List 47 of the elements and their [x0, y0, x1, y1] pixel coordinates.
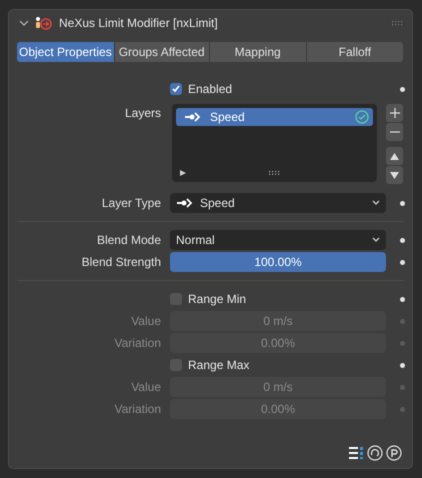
grip-icon[interactable] — [269, 171, 280, 175]
plus-icon — [390, 108, 400, 118]
modifier-icon — [35, 16, 53, 30]
slider[interactable]: 100.00% — [170, 252, 386, 272]
triangle-up-icon — [390, 152, 399, 160]
expand-triangle-icon[interactable] — [180, 170, 186, 176]
remove-button[interactable] — [386, 123, 403, 141]
keyframe-dot[interactable] — [400, 238, 405, 242]
keyframe-dot[interactable] — [400, 86, 405, 92]
arrow-icon — [176, 198, 192, 208]
caret-icon — [372, 237, 380, 243]
list-item[interactable]: Speed — [176, 108, 373, 126]
move-down-button[interactable] — [386, 166, 403, 184]
keyframe-dot[interactable] — [400, 384, 405, 390]
field-label: Value — [131, 314, 161, 328]
chevron-icon[interactable] — [19, 19, 29, 27]
caret-icon — [372, 200, 380, 206]
field-label: Blend Mode — [96, 233, 161, 247]
checkbox[interactable]: Enabled — [170, 82, 386, 96]
checkbox[interactable]: Range Max — [170, 358, 386, 372]
add-button[interactable] — [386, 104, 403, 122]
field-label: Layers — [124, 105, 161, 122]
checkmark-icon — [171, 84, 181, 94]
keyframe-dot[interactable] — [400, 260, 405, 264]
keyframe-dot[interactable] — [400, 296, 405, 302]
field-label: Value — [131, 380, 161, 394]
keyframe-dot[interactable] — [400, 200, 405, 206]
checkbox[interactable]: Range Min — [170, 292, 386, 306]
tab[interactable]: Object Properties — [17, 42, 115, 62]
triangle-down-icon — [390, 172, 399, 178]
keyframe-dot[interactable] — [400, 362, 405, 368]
keyframe-dot[interactable] — [400, 318, 405, 324]
check-circle-icon[interactable] — [355, 110, 369, 124]
dropdown[interactable]: Speed — [170, 193, 386, 213]
field-label: Blend Strength — [82, 255, 161, 269]
field-label: Variation — [114, 402, 161, 416]
field-label: Layer Type — [102, 196, 161, 210]
panel-title: NeXus Limit Modifier [nxLimit] — [59, 16, 219, 30]
dropdown[interactable]: Normal — [170, 230, 386, 250]
field-label: Variation — [114, 336, 161, 350]
list-icon[interactable] — [348, 445, 364, 461]
drag-handle-icon[interactable] — [392, 20, 404, 26]
refresh-icon[interactable] — [367, 445, 383, 461]
move-up-button[interactable] — [386, 147, 403, 165]
keyframe-dot[interactable] — [400, 340, 405, 346]
keyframe-dot[interactable] — [400, 406, 405, 412]
arrow-icon — [184, 112, 200, 122]
